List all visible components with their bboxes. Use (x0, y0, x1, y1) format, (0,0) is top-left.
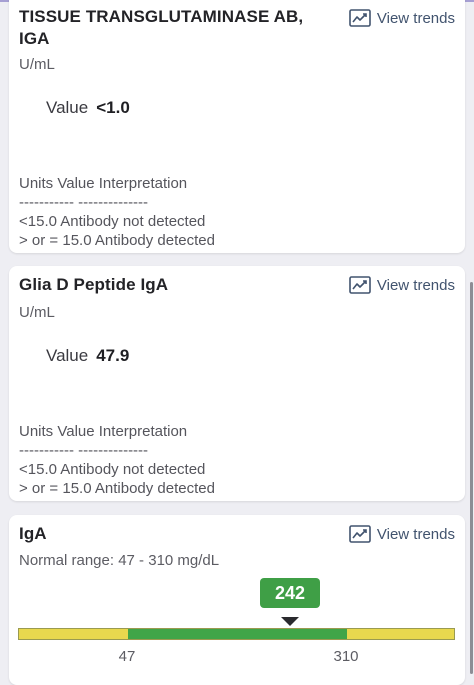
range-bar-low-segment (19, 629, 128, 639)
test-title: TISSUE TRANSGLUTAMINASE AB, IGA (19, 6, 303, 50)
units-label: U/mL (19, 56, 55, 73)
range-low-tick-label: 47 (118, 648, 136, 665)
line-chart-icon (349, 276, 371, 294)
view-trends-label: View trends (376, 525, 455, 543)
interpretation-line: ----------- -------------- (19, 442, 149, 459)
interpretation-line: <15.0 Antibody not detected (19, 213, 206, 230)
interpretation-line: > or = 15.0 Antibody detected (19, 232, 215, 249)
normal-range-text: Normal range: 47 - 310 mg/dL (19, 552, 220, 569)
value-label: Value (46, 98, 89, 117)
value-row: Value <1.0 (46, 98, 130, 118)
scrollbar[interactable] (470, 282, 473, 674)
range-high-tick-label: 310 (333, 648, 359, 665)
test-title-line2: IGA (19, 29, 50, 48)
range-bar-high-segment (347, 629, 454, 639)
line-chart-icon (349, 9, 371, 27)
value-row: Value 47.9 (46, 346, 129, 366)
interpretation-line: <15.0 Antibody not detected (19, 461, 206, 478)
interpretation-line: ----------- -------------- (19, 194, 149, 211)
view-trends-link[interactable]: View trends (349, 525, 455, 543)
result-card-glia-d-peptide-iga: Glia D Peptide IgA View trends U/mL Valu… (9, 266, 465, 501)
view-trends-label: View trends (376, 9, 455, 27)
view-trends-label: View trends (376, 276, 455, 294)
result-value-badge: 242 (260, 578, 320, 608)
result-value: 47.9 (96, 346, 130, 365)
interpretation-line: Units Value Interpretation (19, 423, 188, 440)
interpretation-line: > or = 15.0 Antibody detected (19, 480, 215, 497)
result-card-ttg-iga: TISSUE TRANSGLUTAMINASE AB, IGA View tre… (9, 0, 465, 253)
line-chart-icon (349, 525, 371, 543)
value-pointer-marker (281, 617, 299, 626)
view-trends-link[interactable]: View trends (349, 9, 455, 27)
test-title: Glia D Peptide IgA (19, 275, 169, 294)
result-card-iga: IgA View trends Normal range: 47 - 310 m… (9, 515, 465, 685)
units-label: U/mL (19, 304, 55, 321)
interpretation-line: Units Value Interpretation (19, 175, 188, 192)
test-title: IgA (19, 524, 47, 543)
view-trends-link[interactable]: View trends (349, 276, 455, 294)
test-title-line1: TISSUE TRANSGLUTAMINASE AB, (19, 7, 304, 26)
interpretation-text: Units Value Interpretation ----------- -… (19, 422, 215, 498)
range-bar-normal-segment (128, 629, 347, 639)
range-bar (18, 628, 455, 640)
value-label: Value (46, 346, 89, 365)
interpretation-text: Units Value Interpretation ----------- -… (19, 174, 215, 250)
result-value: <1.0 (96, 98, 130, 117)
